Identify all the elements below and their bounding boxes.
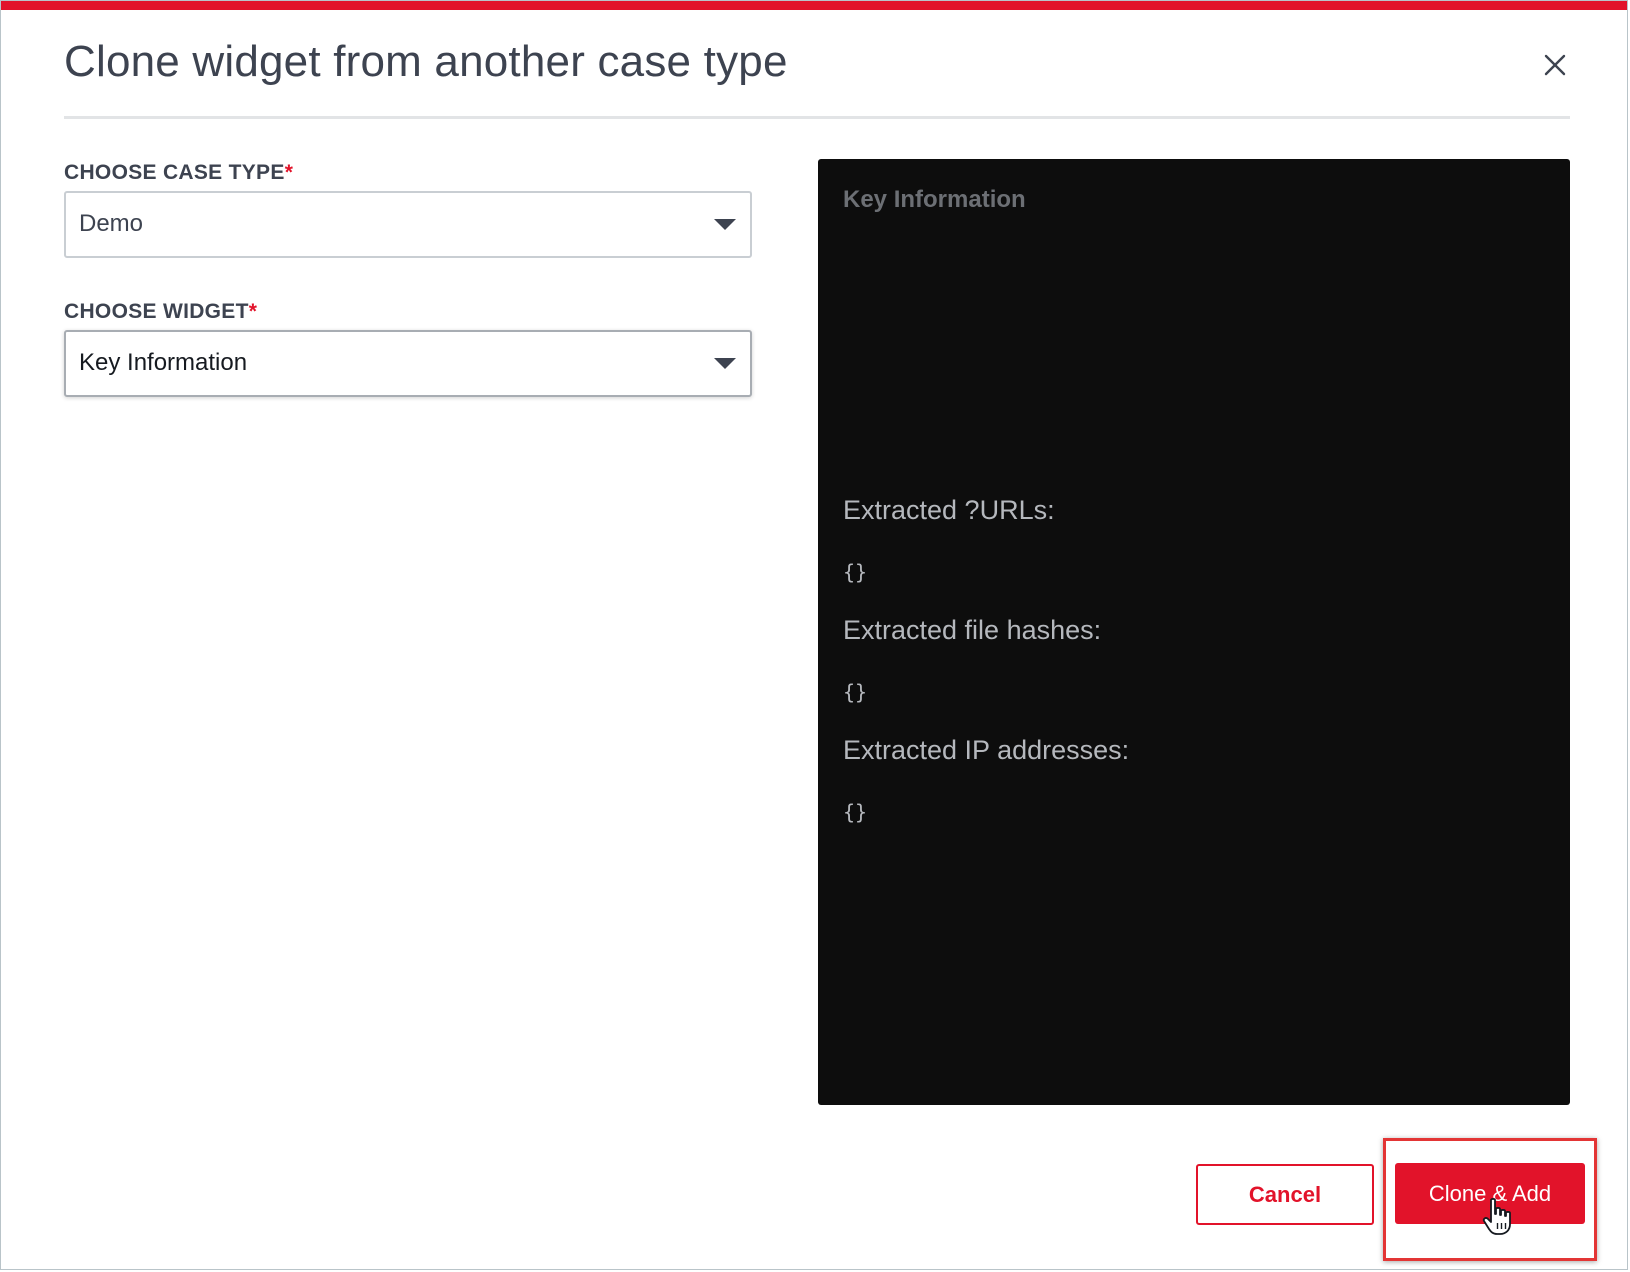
widget-label-text: CHOOSE WIDGET [64, 300, 249, 323]
dialog-top-accent-bar [1, 1, 1627, 10]
preview-section-heading: Extracted file hashes: [843, 615, 1102, 645]
required-marker: * [248, 300, 258, 323]
case-type-selected-value: Demo [79, 210, 144, 237]
required-marker: * [284, 161, 294, 184]
case-type-label: CHOOSE CASE TYPE* [64, 161, 293, 185]
hand-pointer-cursor-icon [1481, 1197, 1515, 1237]
preview-section-value: {} [843, 680, 868, 704]
close-icon[interactable] [1537, 47, 1573, 83]
preview-section-heading: Extracted ?URLs: [843, 495, 1055, 525]
header-divider [64, 116, 1570, 119]
cancel-button[interactable]: Cancel [1196, 1164, 1374, 1225]
widget-label: CHOOSE WIDGET* [64, 300, 257, 324]
widget-select[interactable]: Key Information [64, 330, 752, 397]
clone-widget-dialog: Clone widget from another case type CHOO… [0, 0, 1628, 1270]
preview-title: Key Information [843, 186, 1026, 213]
case-type-label-text: CHOOSE CASE TYPE [64, 161, 285, 184]
preview-section-heading: Extracted IP addresses: [843, 735, 1130, 765]
preview-section-value: {} [843, 800, 868, 824]
chevron-down-icon [714, 219, 736, 230]
case-type-select[interactable]: Demo [64, 191, 752, 258]
chevron-down-icon [714, 358, 736, 369]
widget-selected-value: Key Information [79, 349, 248, 376]
preview-section-value: {} [843, 560, 868, 584]
dialog-title: Clone widget from another case type [64, 37, 788, 86]
widget-preview-panel: Key Information Extracted ?URLs: {} Extr… [818, 159, 1570, 1105]
